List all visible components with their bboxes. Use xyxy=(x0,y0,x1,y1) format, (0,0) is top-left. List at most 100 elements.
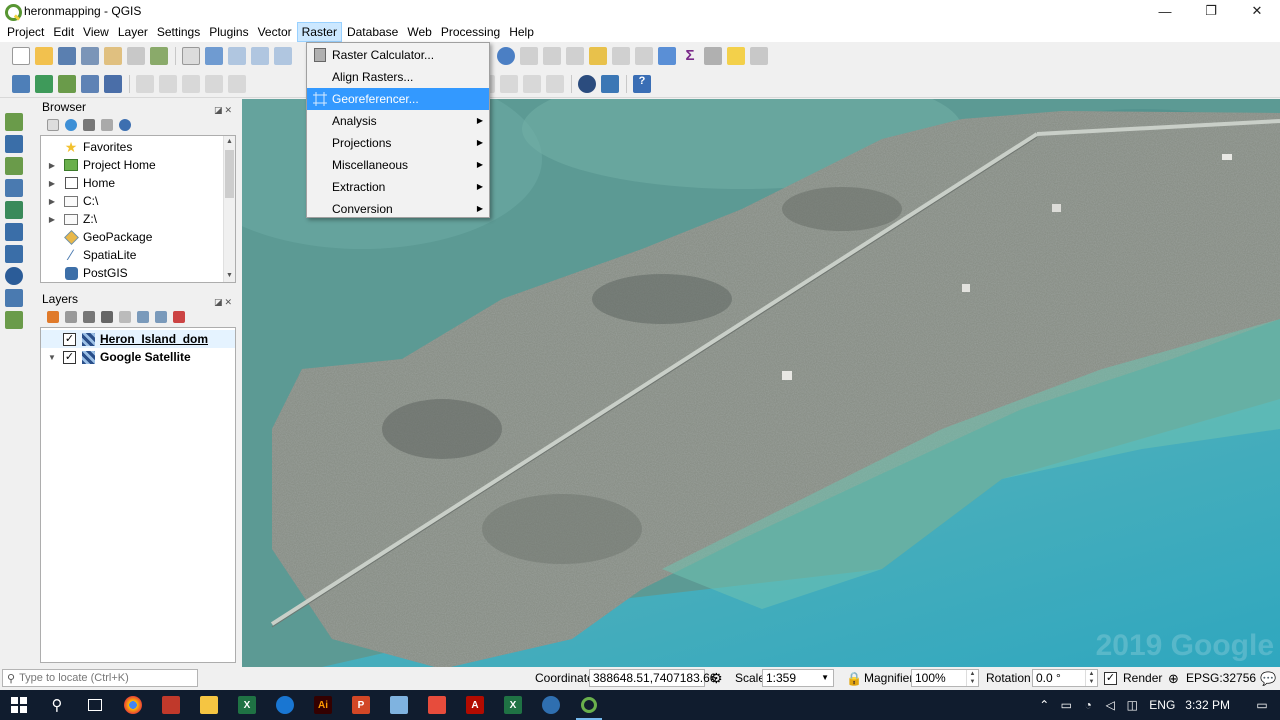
toggle-editing-icon[interactable] xyxy=(136,74,154,93)
select-by-value-icon[interactable] xyxy=(566,47,584,65)
panel-float-close-icons[interactable]: ◪✕ xyxy=(214,294,234,310)
rotate-label-icon[interactable] xyxy=(523,74,541,93)
delete-selected-icon[interactable] xyxy=(228,74,246,93)
magnifier-spinbox[interactable]: 100% ▲ ▼ xyxy=(911,669,979,687)
chevron-down-icon[interactable]: ▼ xyxy=(821,670,829,686)
menu-edit[interactable]: Edit xyxy=(49,22,78,42)
browser-item-c-drive[interactable]: ▶ C:\ xyxy=(41,192,235,210)
coordinate-field[interactable]: 388648.51,7407183.66 xyxy=(589,669,716,687)
add-raster-layer-icon[interactable] xyxy=(5,135,23,153)
scale-combobox[interactable]: 1:359 ▼ xyxy=(762,669,834,687)
acrobat-icon[interactable]: A xyxy=(456,690,494,720)
action-icon[interactable] xyxy=(520,47,538,65)
browser-item-geopackage[interactable]: GeoPackage xyxy=(41,228,235,246)
scroll-down-icon[interactable]: ▼ xyxy=(224,270,235,282)
filter-legend-icon[interactable] xyxy=(101,311,113,323)
browser-item-spatialite[interactable]: ∕ SpatiaLite xyxy=(41,246,235,264)
browser-item-postgis[interactable]: PostGIS xyxy=(41,264,235,282)
map-tips-icon[interactable] xyxy=(727,47,745,65)
panel-float-close-icons[interactable]: ◪✕ xyxy=(214,102,234,118)
layer-google-satellite[interactable]: ▼ ✓ Google Satellite xyxy=(41,348,235,366)
app-shield-icon[interactable] xyxy=(418,690,456,720)
digitize-icon[interactable] xyxy=(81,74,99,93)
menu-database[interactable]: Database xyxy=(343,22,402,42)
zoom-rubberband-icon[interactable] xyxy=(274,47,292,65)
add-spatialite-icon[interactable] xyxy=(5,179,23,197)
add-selected-icon[interactable] xyxy=(47,119,59,131)
statistics-icon[interactable]: Σ xyxy=(681,47,699,65)
messages-icon[interactable]: 💬 xyxy=(1260,667,1276,690)
chrome-icon[interactable] xyxy=(114,690,152,720)
filter-icon[interactable] xyxy=(83,119,95,131)
menu-item-miscellaneous[interactable]: Miscellaneous ▶ xyxy=(307,154,489,176)
new-shapefile-icon[interactable] xyxy=(5,311,23,329)
menu-item-conversion[interactable]: Conversion ▶ xyxy=(307,198,489,220)
crs-globe-icon[interactable]: ⊕ xyxy=(1168,667,1179,690)
add-postgis-icon[interactable] xyxy=(5,223,23,241)
expander-icon[interactable]: ▶ xyxy=(47,215,57,224)
add-feature-icon[interactable] xyxy=(182,74,200,93)
menu-item-extraction[interactable]: Extraction ▶ xyxy=(307,176,489,198)
save-project-icon[interactable] xyxy=(58,47,76,65)
task-view-icon[interactable] xyxy=(76,690,114,720)
zoom-out-icon[interactable] xyxy=(251,47,269,65)
move-label-icon[interactable] xyxy=(500,74,518,93)
layer-visibility-checkbox[interactable]: ✓ xyxy=(63,332,76,346)
browser-item-home[interactable]: ▶ Home xyxy=(41,174,235,192)
spin-arrows-icon[interactable]: ▲ ▼ xyxy=(966,670,978,686)
app-red-icon[interactable] xyxy=(152,690,190,720)
new-project-icon[interactable] xyxy=(12,47,30,65)
illustrator-icon[interactable]: Ai xyxy=(304,690,342,720)
scrollbar-thumb[interactable] xyxy=(225,150,234,198)
add-vector-layer-icon[interactable] xyxy=(58,74,76,93)
app-tray-icon[interactable]: ◫ xyxy=(1121,698,1143,712)
spin-arrows-icon[interactable]: ▲ ▼ xyxy=(1085,670,1097,686)
menu-view[interactable]: View xyxy=(79,22,113,42)
save-edits-icon[interactable] xyxy=(159,74,177,93)
measure-icon[interactable] xyxy=(704,47,722,65)
refresh-icon[interactable] xyxy=(65,119,77,131)
style-manager-icon[interactable] xyxy=(150,47,168,65)
menu-item-georeferencer[interactable]: Georeferencer... xyxy=(307,88,489,110)
excel-icon[interactable]: X xyxy=(228,690,266,720)
minimize-button[interactable]: — xyxy=(1142,0,1188,22)
excel-icon[interactable]: X xyxy=(494,690,532,720)
add-wms-icon[interactable] xyxy=(5,201,23,219)
zoom-in-icon[interactable] xyxy=(228,47,246,65)
layer-heron-island-dom[interactable]: ✓ Heron_Island_dom xyxy=(41,330,235,348)
chevron-up-icon[interactable]: ⌃ xyxy=(1033,698,1055,712)
change-label-icon[interactable] xyxy=(546,74,564,93)
expander-icon[interactable]: ▶ xyxy=(47,179,57,188)
menu-plugins[interactable]: Plugins xyxy=(205,22,252,42)
python-console-icon[interactable] xyxy=(601,74,619,93)
maximize-button[interactable]: ❐ xyxy=(1188,0,1234,22)
notifications-icon[interactable]: ▭ xyxy=(1244,690,1280,720)
add-wfs-icon[interactable] xyxy=(5,245,23,263)
add-vector-layer-icon[interactable] xyxy=(5,113,23,131)
expand-all-icon[interactable] xyxy=(137,311,149,323)
network-icon[interactable]: ◔ xyxy=(1077,698,1099,712)
new-print-layout-icon[interactable] xyxy=(104,47,122,65)
globe-icon[interactable] xyxy=(578,74,596,93)
properties-icon[interactable] xyxy=(119,119,131,131)
file-explorer-icon[interactable] xyxy=(190,690,228,720)
help-icon[interactable]: ? xyxy=(633,74,651,93)
clock-time[interactable]: 3:32 PM xyxy=(1185,698,1230,712)
add-group-icon[interactable] xyxy=(65,311,77,323)
style-layer-icon[interactable] xyxy=(47,311,59,323)
remove-layer-icon[interactable] xyxy=(173,311,185,323)
close-button[interactable]: ✕ xyxy=(1234,0,1280,22)
menu-item-analysis[interactable]: Analysis ▶ xyxy=(307,110,489,132)
app-dots-icon[interactable] xyxy=(532,690,570,720)
render-checkbox[interactable]: ✓ xyxy=(1104,672,1117,685)
volume-icon[interactable]: ◁ xyxy=(1099,698,1121,712)
pan-icon[interactable] xyxy=(182,47,200,65)
open-project-icon[interactable] xyxy=(35,47,53,65)
toggle-extents-icon[interactable]: ⚙ xyxy=(710,667,723,690)
menu-item-projections[interactable]: Projections ▶ xyxy=(307,132,489,154)
collapse-all-icon[interactable] xyxy=(101,119,113,131)
menu-settings[interactable]: Settings xyxy=(153,22,204,42)
attribute-table-icon[interactable] xyxy=(612,47,630,65)
expander-icon[interactable]: ▶ xyxy=(47,197,57,206)
collapse-all-icon[interactable] xyxy=(155,311,167,323)
